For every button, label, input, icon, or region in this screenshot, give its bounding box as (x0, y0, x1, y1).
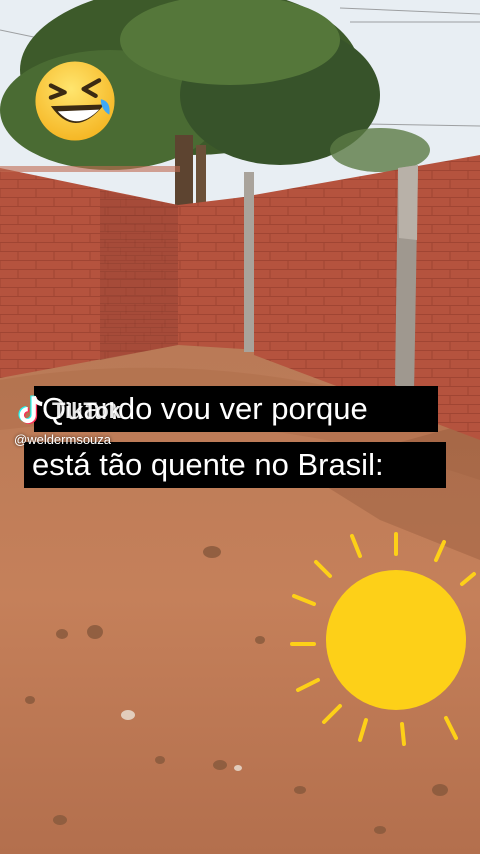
laughing-tears-emoji-icon (35, 61, 115, 141)
tiktok-watermark-username: @weldermsouza (14, 432, 112, 447)
tiktok-logo-icon (18, 395, 43, 424)
caption-line-2: está tão quente no Brasil: (24, 442, 446, 488)
tiktok-watermark-brand: TikTok (52, 398, 121, 423)
sun-drawing-icon (290, 532, 476, 746)
